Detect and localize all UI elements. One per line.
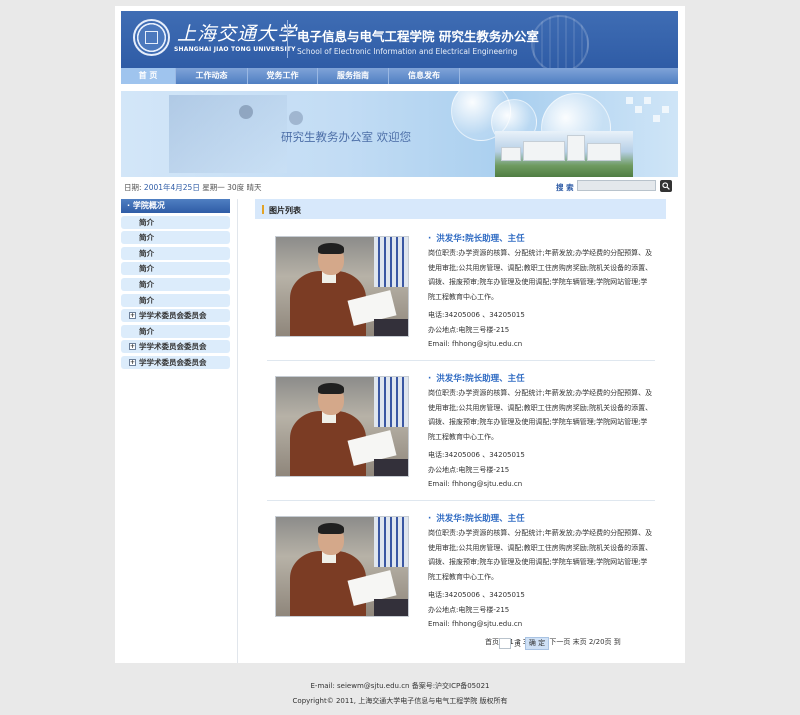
sidebar-item-expandable[interactable]: + 学学术委员会委员会: [121, 355, 230, 369]
sidebar: · 学院概况 简介 简介 简介 简介 简介 简介 + 学学术委员会委员会 简介 …: [121, 199, 230, 369]
staff-card: · 洪发华:院长助理、主任 岗位职责:办学资源的核算、分配统计;年薪发放;办学经费…: [267, 512, 655, 629]
staff-office: 办公地点:电院三号楼-215: [428, 606, 510, 614]
staff-duty: 岗位职责:办学资源的核算、分配统计;年薪发放;办学经费的分配预算、及使用审批;公…: [428, 529, 653, 581]
sidebar-item-expandable[interactable]: + 学学术委员会委员会: [121, 309, 230, 323]
nav-party-work[interactable]: 党务工作: [248, 68, 318, 84]
expand-plus-icon[interactable]: +: [129, 312, 136, 320]
footer-copyright: Copyright© 2011, 上海交通大学电子信息与电气工程学院 版权所有: [292, 697, 508, 705]
university-name-cn: 上海交通大学: [177, 23, 298, 45]
staff-duty: 岗位职责:办学资源的核算、分配统计;年薪发放;办学经费的分配预算、及使用审批;公…: [428, 249, 653, 301]
staff-card: · 洪发华:院长助理、主任 岗位职责:办学资源的核算、分配统计;年薪发放;办学经费…: [267, 372, 655, 501]
site-header: 上海交通大学 SHANGHAI JIAO TONG UNIVERSITY 电子信…: [121, 11, 678, 68]
staff-duty: 岗位职责:办学资源的核算、分配统计;年薪发放;办学经费的分配预算、及使用审批;公…: [428, 389, 653, 441]
date-weather-bar: 日期: 2001年4月25日 星期一 30度 晴天: [124, 182, 262, 193]
footer-contact: E-mail: seiewm@sjtu.edu.cn 备案号:沪交ICP备050…: [310, 682, 490, 690]
staff-name-link[interactable]: · 洪发华:院长助理、主任: [428, 232, 525, 244]
sidebar-heading: · 学院概况: [121, 199, 230, 213]
school-name-en: School of Electronic Information and Ele…: [297, 47, 518, 56]
page-container: 上海交通大学 SHANGHAI JIAO TONG UNIVERSITY 电子信…: [115, 6, 685, 663]
staff-photo[interactable]: [275, 516, 409, 617]
section-title: 图片列表: [269, 206, 301, 215]
staff-photo[interactable]: [275, 236, 409, 337]
staff-phone: 电话:34205006 、34205015: [428, 591, 525, 599]
banner-welcome-text: 研究生教务办公室 欢迎您: [281, 130, 412, 144]
sidebar-item[interactable]: 简介: [121, 215, 230, 229]
university-seal-logo: [133, 19, 170, 56]
page-jump-confirm-button[interactable]: 确 定: [525, 637, 549, 650]
staff-phone: 电话:34205006 、34205015: [428, 311, 525, 319]
staff-photo[interactable]: [275, 376, 409, 477]
weekday-weather: 星期一 30度 晴天: [202, 183, 262, 192]
globe-decoration: [531, 15, 589, 68]
staff-name-link[interactable]: · 洪发华:院长助理、主任: [428, 372, 525, 384]
sidebar-item[interactable]: 简介: [121, 293, 230, 307]
nav-home[interactable]: 首 页: [121, 68, 176, 84]
sidebar-item-label: 学学术委员会委员会: [139, 342, 207, 352]
header-divider: [287, 20, 288, 58]
page-unit-label: 页: [514, 640, 521, 648]
sidebar-item[interactable]: 简介: [121, 262, 230, 276]
staff-office: 办公地点:电院三号楼-215: [428, 326, 510, 334]
sidebar-item[interactable]: 简介: [121, 231, 230, 245]
campus-building-image: [495, 131, 633, 177]
staff-email[interactable]: Email: fhhong@sjtu.edu.cn: [428, 480, 522, 488]
banner-photo: [169, 95, 287, 173]
school-name-cn: 电子信息与电气工程学院 研究生教务办公室: [297, 29, 539, 44]
staff-office: 办公地点:电院三号楼-215: [428, 466, 510, 474]
university-name-en: SHANGHAI JIAO TONG UNIVERSITY: [174, 46, 296, 53]
staff-card: · 洪发华:院长助理、主任 岗位职责:办学资源的核算、分配统计;年薪发放;办学经费…: [267, 232, 655, 361]
sidebar-item-label: 学学术委员会委员会: [139, 357, 207, 367]
card-separator: [267, 500, 655, 501]
expand-plus-icon[interactable]: +: [129, 358, 136, 366]
search-label: 搜 索: [556, 183, 574, 192]
sidebar-item-label: 学学术委员会委员会: [139, 311, 207, 321]
staff-name-link[interactable]: · 洪发华:院长助理、主任: [428, 512, 525, 524]
search-button[interactable]: [660, 180, 672, 192]
column-divider: [237, 199, 238, 663]
sidebar-item[interactable]: 简介: [121, 277, 230, 291]
current-date: 2001年4月25日: [143, 183, 200, 192]
date-prefix: 日期:: [124, 183, 142, 192]
section-header: 图片列表: [255, 199, 666, 219]
sidebar-item-expandable[interactable]: + 学学术委员会委员会: [121, 340, 230, 354]
main-nav: 首 页 工作动态 党务工作 服务指南 信息发布: [121, 68, 678, 84]
page-jump-input[interactable]: [499, 638, 511, 649]
sidebar-item[interactable]: 简介: [121, 324, 230, 338]
nav-work-news[interactable]: 工作动态: [176, 68, 248, 84]
section-marker: [262, 205, 264, 214]
nav-info-release[interactable]: 信息发布: [389, 68, 460, 84]
staff-email[interactable]: Email: fhhong@sjtu.edu.cn: [428, 620, 522, 628]
staff-phone: 电话:34205006 、34205015: [428, 451, 525, 459]
expand-plus-icon[interactable]: +: [129, 343, 136, 351]
staff-email[interactable]: Email: fhhong@sjtu.edu.cn: [428, 340, 522, 348]
nav-service-guide[interactable]: 服务指南: [318, 68, 389, 84]
search-icon: [662, 182, 670, 190]
welcome-banner: 研究生教务办公室 欢迎您: [121, 91, 678, 177]
search-input[interactable]: [577, 180, 656, 191]
sidebar-item[interactable]: 简介: [121, 246, 230, 260]
card-separator: [267, 360, 655, 361]
